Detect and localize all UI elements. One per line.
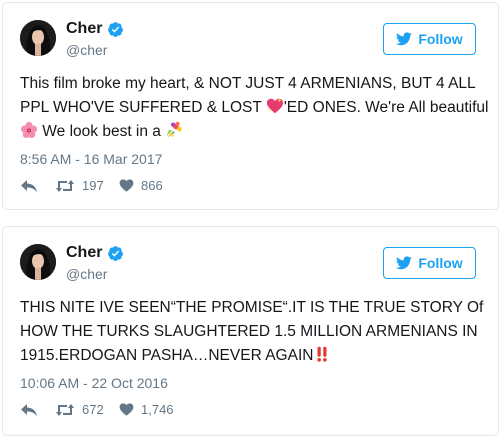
like-count: 866 bbox=[141, 178, 163, 193]
like-button[interactable]: 866 bbox=[119, 178, 163, 193]
heart-icon bbox=[119, 403, 134, 416]
tweet-timestamp[interactable]: 8:56 AM - 16 Mar 2017 bbox=[20, 150, 162, 168]
avatar[interactable] bbox=[20, 20, 56, 56]
follow-label: Follow bbox=[418, 31, 463, 47]
reply-button[interactable] bbox=[20, 403, 55, 417]
double-exclamation-icon bbox=[317, 346, 328, 362]
retweet-icon bbox=[56, 403, 74, 416]
sparkling-heart-icon bbox=[266, 97, 283, 114]
retweet-count: 197 bbox=[82, 178, 104, 193]
follow-button[interactable]: Follow bbox=[383, 23, 476, 55]
reply-icon bbox=[21, 403, 37, 416]
retweet-icon bbox=[56, 179, 74, 192]
tweet-text: This film broke my heart, & NOT JUST 4 A… bbox=[20, 72, 490, 144]
tweet-text: THIS NITE IVE SEEN“THE PROMISE“.IT IS TH… bbox=[20, 296, 490, 368]
retweet-count: 672 bbox=[82, 402, 104, 417]
author-handle[interactable]: @cher bbox=[66, 265, 107, 283]
twitter-bird-icon bbox=[396, 256, 413, 270]
author-handle[interactable]: @cher bbox=[66, 41, 107, 59]
tweet-text-part: 'ED ONES. We're All beautiful bbox=[283, 99, 489, 116]
author-name-row[interactable]: Cher bbox=[66, 19, 124, 39]
display-name[interactable]: Cher bbox=[66, 243, 102, 263]
display-name[interactable]: Cher bbox=[66, 19, 102, 39]
tweet-actions: 672 1,746 bbox=[20, 402, 174, 417]
tweet-timestamp[interactable]: 10:06 AM - 22 Oct 2016 bbox=[20, 374, 168, 392]
retweet-button[interactable]: 197 bbox=[55, 178, 119, 193]
retweet-button[interactable]: 672 bbox=[55, 402, 119, 417]
reply-icon bbox=[21, 179, 37, 192]
like-button[interactable]: 1,746 bbox=[119, 402, 174, 417]
twitter-bird-icon bbox=[396, 32, 413, 46]
hibiscus-icon bbox=[20, 121, 38, 139]
follow-button[interactable]: Follow bbox=[383, 247, 476, 279]
follow-label: Follow bbox=[418, 255, 463, 271]
author-name-row[interactable]: Cher bbox=[66, 243, 124, 263]
tweet-card: Cher @cher Follow THIS NITE IVE SEEN“THE… bbox=[2, 226, 499, 436]
tweet-text-part: We look best in a bbox=[38, 123, 166, 140]
tweet-actions: 197 866 bbox=[20, 178, 163, 193]
tweet-text-part: THIS NITE IVE SEEN“THE PROMISE“.IT IS TH… bbox=[20, 299, 484, 364]
avatar[interactable] bbox=[20, 244, 56, 280]
bouquet-icon bbox=[167, 121, 182, 138]
verified-badge-icon bbox=[108, 21, 124, 37]
verified-badge-icon bbox=[108, 245, 124, 261]
heart-icon bbox=[119, 179, 134, 192]
reply-button[interactable] bbox=[20, 179, 55, 193]
like-count: 1,746 bbox=[141, 402, 174, 417]
tweet-card: Cher @cher Follow This film broke my hea… bbox=[2, 2, 499, 210]
